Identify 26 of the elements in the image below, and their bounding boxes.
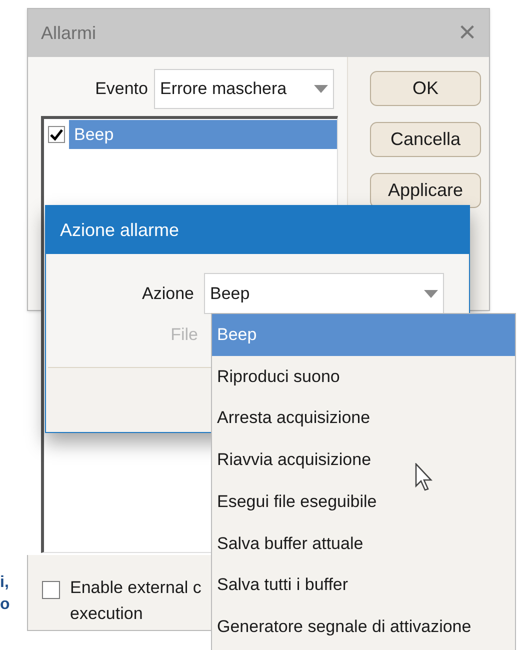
checkbox[interactable] bbox=[48, 126, 65, 143]
mouse-cursor-icon bbox=[415, 463, 435, 493]
menu-item[interactable]: Salva tutti i buffer bbox=[212, 564, 515, 606]
dialog-button[interactable]: OK bbox=[370, 71, 481, 106]
menu-item[interactable]: Arresta acquisizione bbox=[212, 397, 515, 440]
menu-item[interactable]: Riproduci suono bbox=[212, 356, 515, 398]
dialog-button[interactable]: Cancella bbox=[370, 122, 481, 157]
checkbox[interactable] bbox=[42, 581, 60, 599]
event-label: Evento bbox=[95, 78, 148, 100]
menu-item[interactable]: Riavvia acquisizione bbox=[212, 439, 515, 481]
event-dropdown[interactable]: Errore maschera bbox=[154, 69, 334, 109]
action-label: Azione bbox=[141, 282, 195, 305]
menu-item[interactable]: Esegui file eseguibile bbox=[212, 480, 515, 522]
dropdown-caret-icon bbox=[314, 85, 328, 93]
margin-text: i, bbox=[0, 575, 10, 591]
window-title: Allarmi bbox=[41, 22, 96, 44]
dialog-button[interactable]: Applicare bbox=[370, 173, 481, 208]
menu-item[interactable]: Generatore segnale di attivazione bbox=[212, 606, 515, 648]
checkmark-icon bbox=[50, 128, 63, 140]
window-title: Azione allarme bbox=[60, 218, 180, 242]
dropdown-caret-icon bbox=[424, 290, 438, 298]
menu-item[interactable]: Salva buffer attuale bbox=[212, 522, 515, 564]
file-label: File bbox=[170, 324, 198, 346]
checkbox-label: Enable external c execution bbox=[70, 577, 202, 625]
margin-text: o bbox=[0, 597, 10, 613]
action-dropdown[interactable]: Beep bbox=[204, 273, 444, 314]
